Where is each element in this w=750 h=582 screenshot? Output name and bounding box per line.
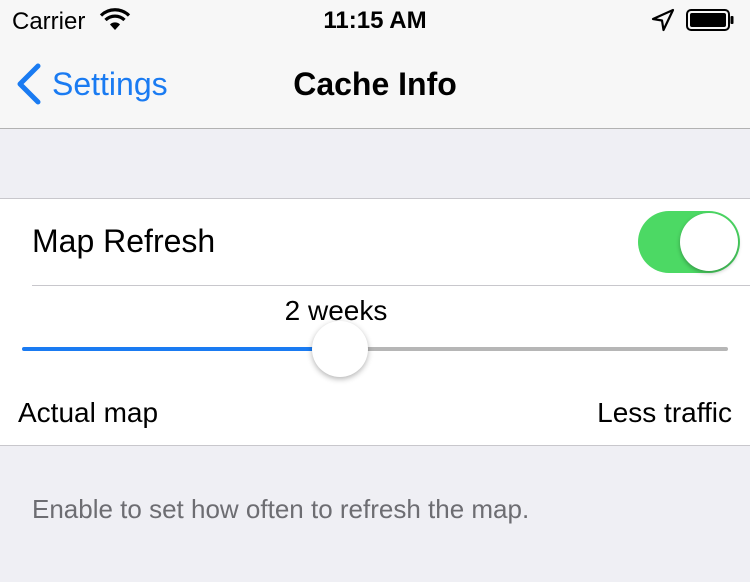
map-refresh-section: Map Refresh 2 weeks Actual map Less traf… bbox=[0, 198, 750, 446]
status-bar: Carrier 11:15 AM bbox=[0, 0, 750, 40]
refresh-interval-slider[interactable] bbox=[22, 321, 728, 377]
battery-icon bbox=[686, 9, 734, 31]
slider-thumb[interactable] bbox=[311, 321, 368, 377]
row-separator bbox=[32, 285, 750, 286]
toggle-knob bbox=[680, 213, 738, 271]
map-refresh-toggle[interactable] bbox=[638, 211, 740, 273]
slider-min-label: Actual map bbox=[18, 397, 159, 428]
status-time: 11:15 AM bbox=[323, 7, 427, 34]
location-arrow-icon bbox=[651, 8, 675, 32]
map-refresh-label: Map Refresh bbox=[32, 223, 216, 259]
slider-min-track bbox=[22, 347, 340, 351]
navigation-bar: Settings Cache Info bbox=[0, 40, 750, 129]
page-title: Cache Info bbox=[293, 66, 457, 102]
section-footer-text: Enable to set how often to refresh the m… bbox=[32, 494, 530, 524]
slider-max-track bbox=[339, 347, 728, 351]
slider-max-label: Less traffic bbox=[597, 397, 732, 428]
